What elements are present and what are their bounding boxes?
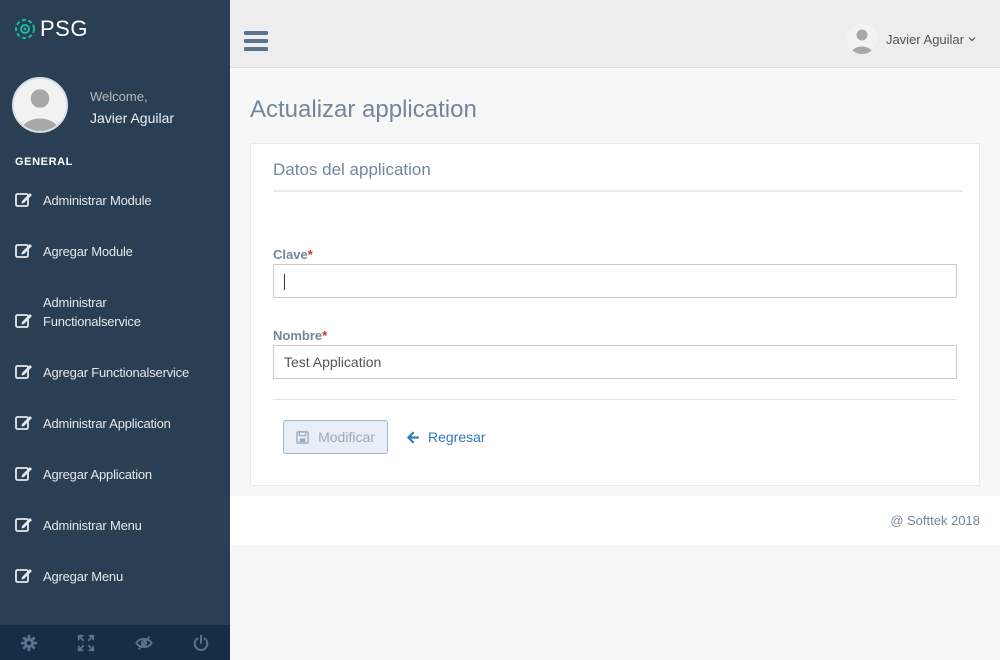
lock-button[interactable] xyxy=(115,625,173,660)
edit-icon xyxy=(15,569,32,583)
edit-icon xyxy=(15,193,32,207)
chevron-down-icon xyxy=(968,37,976,42)
sidebar: PSG Welcome, Javier Aguilar GENERAL Admi… xyxy=(0,0,230,660)
top-navbar: Javier Aguilar xyxy=(230,0,1000,68)
modificar-label: Modificar xyxy=(318,429,375,445)
copyright-text: @ Softtek 2018 xyxy=(890,513,980,528)
divider xyxy=(273,399,957,400)
settings-button[interactable] xyxy=(0,625,58,660)
sidebar-item-label: Administrar Functionalservice xyxy=(43,295,141,329)
user-menu-name: Javier Aguilar xyxy=(885,31,964,47)
fullscreen-icon xyxy=(78,634,95,651)
profile-name: Javier Aguilar xyxy=(90,110,175,126)
edit-icon xyxy=(15,416,32,430)
sidebar-item-label: Administrar Menu xyxy=(43,518,142,533)
edit-icon xyxy=(15,244,32,258)
edit-icon xyxy=(15,518,32,532)
sidebar-item-label: Agregar Module xyxy=(43,244,133,259)
sidebar-item-agregar-menu[interactable]: Agregar Menu xyxy=(15,567,215,586)
clave-label: Clave* xyxy=(273,247,313,262)
edit-icon xyxy=(15,314,32,328)
brand[interactable]: PSG xyxy=(14,16,88,42)
save-icon xyxy=(296,430,309,444)
clave-input[interactable] xyxy=(273,264,957,298)
page-title: Actualizar application xyxy=(250,96,477,123)
sidebar-item-administrar-module[interactable]: Administrar Module xyxy=(15,191,215,210)
target-icon xyxy=(15,19,35,39)
menu-toggle-icon[interactable] xyxy=(244,31,268,53)
brand-name: PSG xyxy=(40,16,88,41)
section-title: GENERAL xyxy=(15,156,73,168)
regresar-label: Regresar xyxy=(428,429,486,445)
panel-title: Datos del application xyxy=(273,160,431,179)
fullscreen-button[interactable] xyxy=(58,625,116,660)
sidebar-item-agregar-functionalservice[interactable]: Agregar Functionalservice xyxy=(15,363,215,382)
sidebar-footer xyxy=(0,625,230,660)
sidebar-item-administrar-functionalservice[interactable]: Administrar Functionalservice xyxy=(15,293,215,331)
logout-button[interactable] xyxy=(173,625,231,660)
avatar xyxy=(12,77,68,133)
welcome-text: Welcome, xyxy=(90,89,148,104)
form-panel: Datos del application Clave* Nombre* Mod… xyxy=(250,143,980,486)
footer: @ Softtek 2018 xyxy=(230,496,1000,545)
avatar xyxy=(846,24,877,54)
sidebar-item-agregar-module[interactable]: Agregar Module xyxy=(15,242,215,261)
sidebar-item-label: Agregar Menu xyxy=(43,569,123,584)
profile: Welcome, Javier Aguilar xyxy=(12,77,222,133)
sidebar-item-label: Agregar Functionalservice xyxy=(43,365,190,380)
nombre-label: Nombre* xyxy=(273,328,328,343)
nombre-input[interactable] xyxy=(273,345,957,379)
user-menu[interactable]: Javier Aguilar xyxy=(846,24,976,54)
settings-icon xyxy=(20,634,37,651)
sidebar-item-label: Administrar Application xyxy=(43,416,171,431)
lock-icon xyxy=(135,635,153,650)
sidebar-item-agregar-application[interactable]: Agregar Application xyxy=(15,465,215,484)
arrow-left-icon xyxy=(407,431,419,443)
sidebar-item-administrar-menu[interactable]: Administrar Menu xyxy=(15,516,215,535)
edit-icon xyxy=(15,365,32,379)
required-mark: * xyxy=(322,328,328,343)
required-mark: * xyxy=(307,247,313,262)
power-icon xyxy=(193,634,209,651)
sidebar-item-label: Administrar Module xyxy=(43,193,152,208)
sidebar-item-label: Agregar Application xyxy=(43,467,152,482)
edit-icon xyxy=(15,467,32,481)
text-cursor xyxy=(284,274,285,290)
regresar-link[interactable]: Regresar xyxy=(406,429,486,445)
sidebar-item-administrar-application[interactable]: Administrar Application xyxy=(15,414,215,433)
divider xyxy=(273,190,963,192)
modificar-button[interactable]: Modificar xyxy=(283,420,388,454)
